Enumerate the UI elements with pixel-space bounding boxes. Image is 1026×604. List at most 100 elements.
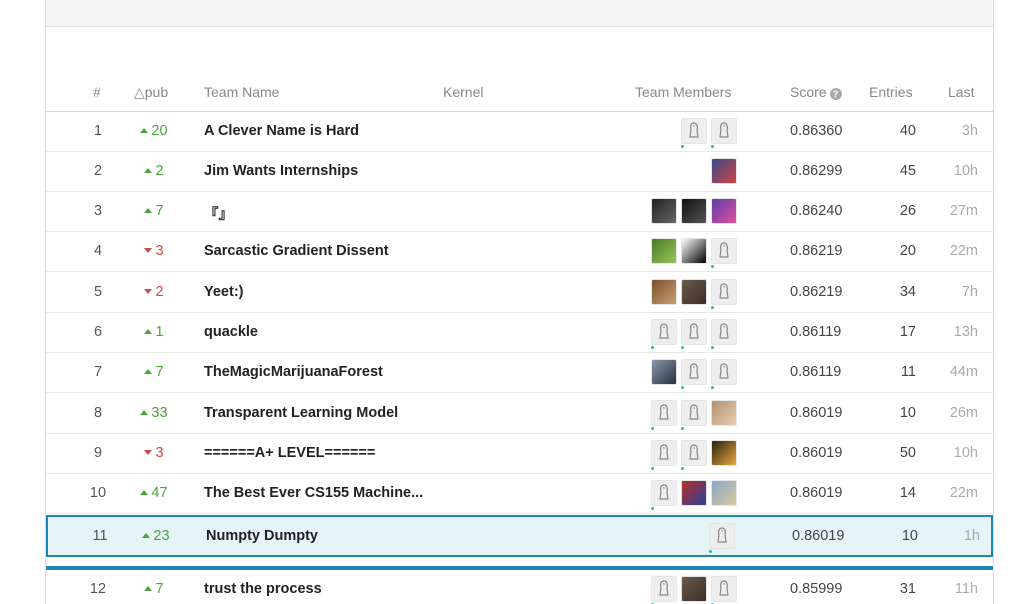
score-value: 0.86219	[790, 284, 843, 300]
member-avatar[interactable]	[711, 198, 737, 224]
triangle-up-icon	[144, 369, 153, 374]
header-delta-pub[interactable]: △pub	[134, 84, 168, 101]
last-submission: 13h	[953, 324, 978, 340]
table-row[interactable]: 3 7 『』 0.86240 26 27m	[46, 192, 993, 232]
member-avatar[interactable]	[711, 400, 737, 426]
rank-change: 3	[132, 243, 176, 259]
default-goose-avatar-icon[interactable]	[711, 576, 737, 602]
default-goose-avatar-icon[interactable]	[681, 400, 707, 426]
default-goose-avatar-icon[interactable]	[681, 319, 707, 345]
default-goose-avatar-icon[interactable]	[651, 400, 677, 426]
table-row[interactable]: 10 47 The Best Ever CS155 Machine... 0.8601…	[46, 474, 993, 514]
member-avatar[interactable]	[651, 359, 677, 385]
last-submission: 26m	[949, 405, 978, 421]
default-goose-avatar-icon[interactable]	[711, 319, 737, 345]
rank-change-value: 3	[155, 445, 164, 461]
team-members	[651, 576, 737, 604]
default-goose-avatar-icon[interactable]	[681, 359, 707, 385]
default-goose-avatar-icon[interactable]	[711, 279, 737, 305]
triangle-up-icon	[140, 128, 149, 133]
table-row[interactable]: 8 33 Transparent Learning Model 0.86019 10 26…	[46, 394, 993, 434]
member-avatar[interactable]	[681, 198, 707, 224]
member-avatar-wrapper	[651, 198, 677, 228]
online-dot-icon	[651, 346, 654, 349]
team-name-link[interactable]: Jim Wants Internships	[204, 163, 434, 179]
member-avatar[interactable]	[681, 238, 707, 264]
table-row[interactable]: 9 3 ======A+ LEVEL====== 0.86019 50 10h	[46, 434, 993, 474]
member-avatar[interactable]	[681, 576, 707, 602]
member-avatar[interactable]	[681, 279, 707, 305]
member-avatar-wrapper	[651, 480, 677, 510]
score-value: 0.86119	[790, 324, 842, 340]
team-name-link[interactable]: 『』	[204, 203, 434, 224]
rank-change-value: 7	[155, 203, 164, 219]
member-avatar-wrapper	[681, 238, 707, 268]
table-row[interactable]: 2 2 Jim Wants Internships 0.86299 45 10h	[46, 152, 993, 192]
team-name-link[interactable]: The Best Ever CS155 Machine...	[204, 485, 434, 501]
team-name-link[interactable]: trust the process	[204, 581, 434, 597]
member-avatar[interactable]	[651, 279, 677, 305]
rank-change-value: 2	[155, 284, 164, 300]
entries-count: 20	[899, 243, 916, 259]
table-row-current-team[interactable]: 11 23 Numpty Dumpty 0.86019 10 1h	[46, 515, 993, 557]
team-name-link[interactable]: quackle	[204, 324, 434, 340]
default-goose-avatar-icon[interactable]	[651, 480, 677, 506]
member-avatar-wrapper	[681, 576, 707, 604]
score-value: 0.86019	[790, 405, 843, 421]
header-score[interactable]: Score?	[790, 84, 842, 100]
rank-change-value: 1	[155, 324, 164, 340]
member-avatar[interactable]	[711, 440, 737, 466]
default-goose-avatar-icon[interactable]	[711, 238, 737, 264]
member-avatar-wrapper	[681, 279, 707, 309]
header-team-name[interactable]: Team Name	[204, 84, 279, 100]
table-row[interactable]: 4 3 Sarcastic Gradient Dissent 0.86219 20 22m	[46, 232, 993, 272]
rank-number: 8	[93, 405, 103, 421]
default-goose-avatar-icon[interactable]	[711, 118, 737, 144]
member-avatar-wrapper	[711, 118, 737, 148]
member-avatar-wrapper	[681, 359, 707, 389]
table-row[interactable]: 5 2 Yeet:) 0.86219 34 7h	[46, 273, 993, 313]
default-goose-avatar-icon[interactable]	[651, 440, 677, 466]
member-avatar-wrapper	[651, 400, 677, 430]
rank-change-value: 33	[151, 405, 168, 421]
team-name-link[interactable]: TheMagicMarijuanaForest	[204, 364, 434, 380]
table-row[interactable]: 7 7 TheMagicMarijuanaForest 0.86119 11 44m	[46, 353, 993, 393]
team-name-link[interactable]: ======A+ LEVEL======	[204, 445, 434, 461]
table-row[interactable]: 1 20 A Clever Name is Hard 0.86360 40 3h	[46, 112, 993, 152]
member-avatar-wrapper	[681, 480, 707, 510]
team-name-link[interactable]: Sarcastic Gradient Dissent	[204, 243, 434, 259]
triangle-down-icon	[144, 248, 153, 253]
table-row[interactable]: 6 1 quackle 0.86119 17 13h	[46, 313, 993, 353]
team-name-link[interactable]: A Clever Name is Hard	[204, 123, 434, 139]
team-members	[651, 198, 737, 228]
member-avatar[interactable]	[651, 238, 677, 264]
help-icon[interactable]: ?	[829, 88, 842, 100]
entries-count: 40	[899, 123, 916, 139]
triangle-up-icon	[144, 168, 153, 173]
member-avatar-wrapper	[651, 576, 677, 604]
default-goose-avatar-icon[interactable]	[681, 440, 707, 466]
score-value: 0.85999	[790, 581, 843, 597]
default-goose-avatar-icon[interactable]	[681, 118, 707, 144]
member-avatar[interactable]	[711, 158, 737, 184]
member-avatar[interactable]	[681, 480, 707, 506]
member-avatar-wrapper	[681, 118, 707, 148]
default-goose-avatar-icon[interactable]	[651, 576, 677, 602]
team-name-link[interactable]: Yeet:)	[204, 284, 434, 300]
default-goose-avatar-icon[interactable]	[711, 359, 737, 385]
header-last[interactable]: Last	[948, 84, 974, 100]
page-left-margin	[0, 0, 45, 604]
header-score-label: Score	[790, 84, 827, 100]
header-entries[interactable]: Entries	[869, 84, 913, 100]
rank-number: 6	[93, 324, 103, 340]
table-row[interactable]: 12 7 trust the process 0.85999 31 11h	[46, 570, 993, 604]
team-name-link[interactable]: Transparent Learning Model	[204, 405, 434, 421]
rank-number: 4	[93, 243, 103, 259]
rank-change-value: 23	[153, 528, 170, 544]
triangle-up-icon	[142, 533, 151, 538]
team-name-link[interactable]: Numpty Dumpty	[206, 528, 436, 544]
member-avatar[interactable]	[711, 480, 737, 506]
member-avatar[interactable]	[651, 198, 677, 224]
default-goose-avatar-icon[interactable]	[651, 319, 677, 345]
default-goose-avatar-icon[interactable]	[709, 523, 735, 549]
